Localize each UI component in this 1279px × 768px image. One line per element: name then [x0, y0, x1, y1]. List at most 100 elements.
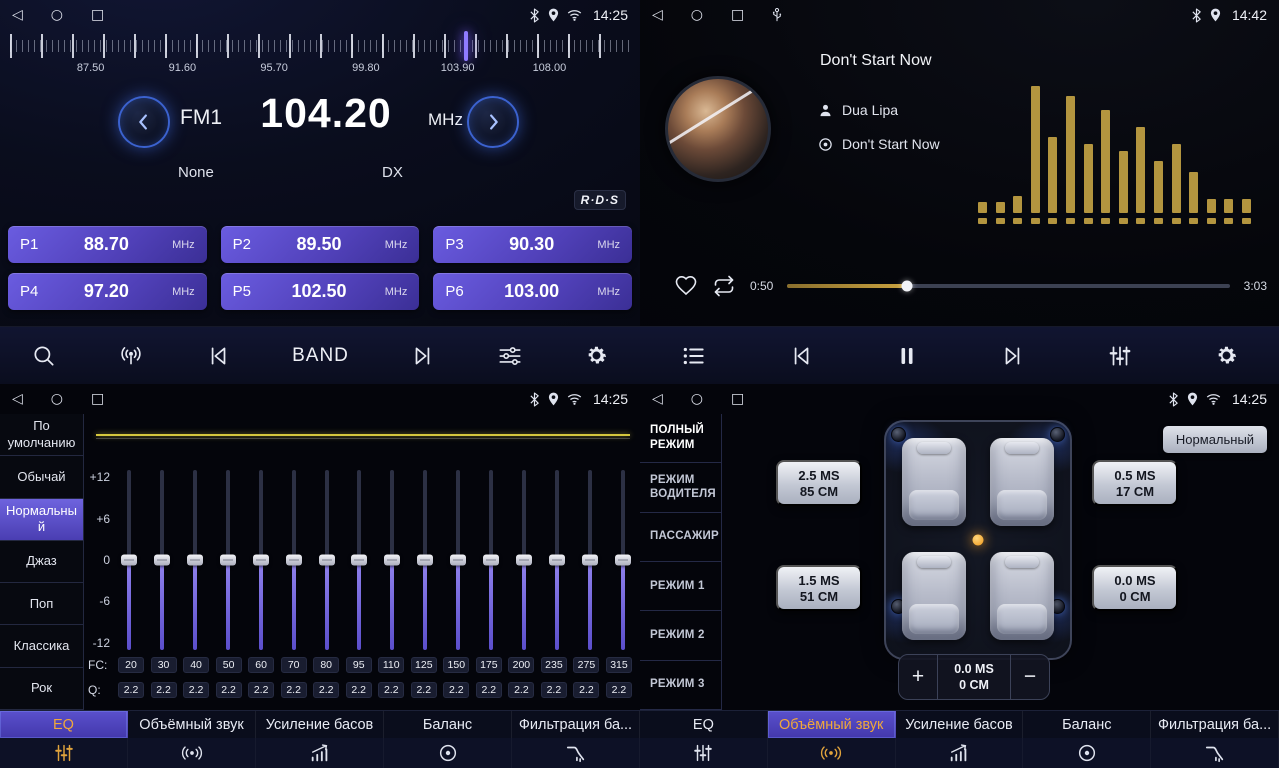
preset-normal-button[interactable]: Нормальный: [1163, 426, 1267, 453]
broadcast-button[interactable]: [118, 343, 144, 369]
back-icon[interactable]: ◁: [12, 392, 23, 406]
eq-slider-knob[interactable]: [549, 555, 565, 566]
eq-slider-knob[interactable]: [253, 555, 269, 566]
eq-band-slider[interactable]: [581, 470, 599, 650]
mode-full[interactable]: ПОЛНЫЙ РЕЖИМ: [640, 414, 721, 463]
tab-balance-icon-button[interactable]: [384, 738, 512, 768]
eq-preset-custom[interactable]: Обычай: [0, 456, 83, 498]
eq-slider-knob[interactable]: [286, 555, 302, 566]
recents-icon[interactable]: □: [731, 8, 744, 22]
playlist-button[interactable]: [681, 343, 707, 369]
mode-3[interactable]: РЕЖИМ 3: [640, 661, 721, 710]
recents-icon[interactable]: □: [91, 392, 104, 406]
tab-balance[interactable]: Баланс: [1023, 711, 1151, 738]
back-icon[interactable]: ◁: [652, 392, 663, 406]
eq-band-slider[interactable]: [449, 470, 467, 650]
eq-band-slider[interactable]: [482, 470, 500, 650]
eq-slider-knob[interactable]: [220, 555, 236, 566]
eq-band-slider[interactable]: [515, 470, 533, 650]
mode-driver[interactable]: РЕЖИМ ВОДИТЕЛЯ: [640, 463, 721, 512]
eq-band-slider[interactable]: [350, 470, 368, 650]
favorite-button[interactable]: [674, 274, 698, 298]
eq-band-slider[interactable]: [252, 470, 270, 650]
progress-knob[interactable]: [901, 281, 912, 292]
tab-bass-icon-button[interactable]: [896, 738, 1024, 768]
eq-preset-rock[interactable]: Рок: [0, 668, 83, 710]
progress-bar[interactable]: [787, 284, 1229, 288]
tab-eq[interactable]: EQ: [0, 711, 128, 738]
eq-slider-knob[interactable]: [516, 555, 532, 566]
settings-button[interactable]: [1214, 343, 1239, 368]
audio-settings-button[interactable]: [1107, 343, 1133, 369]
frequency-ruler[interactable]: [10, 34, 630, 58]
tab-surround-sound[interactable]: Объёмный звук: [768, 711, 896, 738]
tune-up-button[interactable]: [467, 96, 519, 148]
eq-slider-knob[interactable]: [615, 555, 631, 566]
back-icon[interactable]: ◁: [12, 8, 23, 22]
eq-slider-knob[interactable]: [483, 555, 499, 566]
tab-filter[interactable]: Фильтрация ба...: [512, 711, 640, 738]
recents-icon[interactable]: □: [91, 8, 104, 22]
increase-delay-button[interactable]: +: [899, 655, 937, 699]
eq-band-slider[interactable]: [318, 470, 336, 650]
eq-band-slider[interactable]: [614, 470, 632, 650]
delay-rear-right[interactable]: 0.0 MS 0 CM: [1092, 565, 1178, 611]
eq-slider-knob[interactable]: [154, 555, 170, 566]
next-track-button[interactable]: [1000, 343, 1026, 369]
tab-bass-boost[interactable]: Усиление басов: [896, 711, 1024, 738]
tab-surround-sound[interactable]: Объёмный звук: [128, 711, 256, 738]
listening-position-dot[interactable]: [973, 535, 984, 546]
eq-band-slider[interactable]: [153, 470, 171, 650]
mode-1[interactable]: РЕЖИМ 1: [640, 562, 721, 611]
home-icon[interactable]: ○: [691, 8, 703, 22]
next-station-button[interactable]: [410, 343, 436, 369]
eq-slider-knob[interactable]: [121, 555, 137, 566]
eq-preset-normal[interactable]: Нормальный: [0, 499, 83, 541]
recents-icon[interactable]: □: [731, 392, 744, 406]
eq-slider-knob[interactable]: [319, 555, 335, 566]
delay-front-right[interactable]: 0.5 MS 17 CM: [1092, 460, 1178, 506]
search-button[interactable]: [31, 343, 57, 369]
eq-preset-classic[interactable]: Классика: [0, 625, 83, 667]
tab-filter[interactable]: Фильтрация ба...: [1151, 711, 1279, 738]
tab-eq[interactable]: EQ: [640, 711, 768, 738]
delay-front-left[interactable]: 2.5 MS 85 CM: [776, 460, 862, 506]
eq-slider-knob[interactable]: [187, 555, 203, 566]
tab-filter-icon-button[interactable]: [1151, 738, 1279, 768]
eq-slider-knob[interactable]: [351, 555, 367, 566]
delay-rear-left[interactable]: 1.5 MS 51 CM: [776, 565, 862, 611]
eq-band-slider[interactable]: [383, 470, 401, 650]
eq-slider-knob[interactable]: [384, 555, 400, 566]
tune-down-button[interactable]: [118, 96, 170, 148]
eq-slider-knob[interactable]: [450, 555, 466, 566]
preset-p6[interactable]: P6 103.00 MHz: [433, 273, 632, 310]
tab-bass-boost[interactable]: Усиление басов: [256, 711, 384, 738]
tab-surround-icon-button[interactable]: [768, 738, 896, 768]
settings-button[interactable]: [584, 343, 609, 368]
eq-settings-button[interactable]: [497, 343, 523, 369]
eq-slider-knob[interactable]: [582, 555, 598, 566]
eq-band-slider[interactable]: [285, 470, 303, 650]
home-icon[interactable]: ○: [51, 392, 63, 406]
eq-band-slider[interactable]: [548, 470, 566, 650]
eq-band-slider[interactable]: [416, 470, 434, 650]
tab-bass-icon-button[interactable]: [256, 738, 384, 768]
previous-track-button[interactable]: [788, 343, 814, 369]
eq-slider-knob[interactable]: [417, 555, 433, 566]
tab-balance[interactable]: Баланс: [384, 711, 512, 738]
mode-2[interactable]: РЕЖИМ 2: [640, 611, 721, 660]
repeat-button[interactable]: [712, 274, 736, 298]
car-cabin-map[interactable]: [884, 420, 1072, 660]
preset-p1[interactable]: P1 88.70 MHz: [8, 226, 207, 263]
tab-eq-icon-button[interactable]: [0, 738, 128, 768]
tab-surround-icon-button[interactable]: [128, 738, 256, 768]
eq-preset-pop[interactable]: Поп: [0, 583, 83, 625]
pause-button[interactable]: [895, 343, 919, 369]
preset-p2[interactable]: P2 89.50 MHz: [221, 226, 420, 263]
tab-eq-icon-button[interactable]: [640, 738, 768, 768]
preset-p4[interactable]: P4 97.20 MHz: [8, 273, 207, 310]
eq-band-slider[interactable]: [120, 470, 138, 650]
eq-band-slider[interactable]: [219, 470, 237, 650]
mode-passenger[interactable]: ПАССАЖИР: [640, 513, 721, 562]
eq-preset-jazz[interactable]: Джаз: [0, 541, 83, 583]
